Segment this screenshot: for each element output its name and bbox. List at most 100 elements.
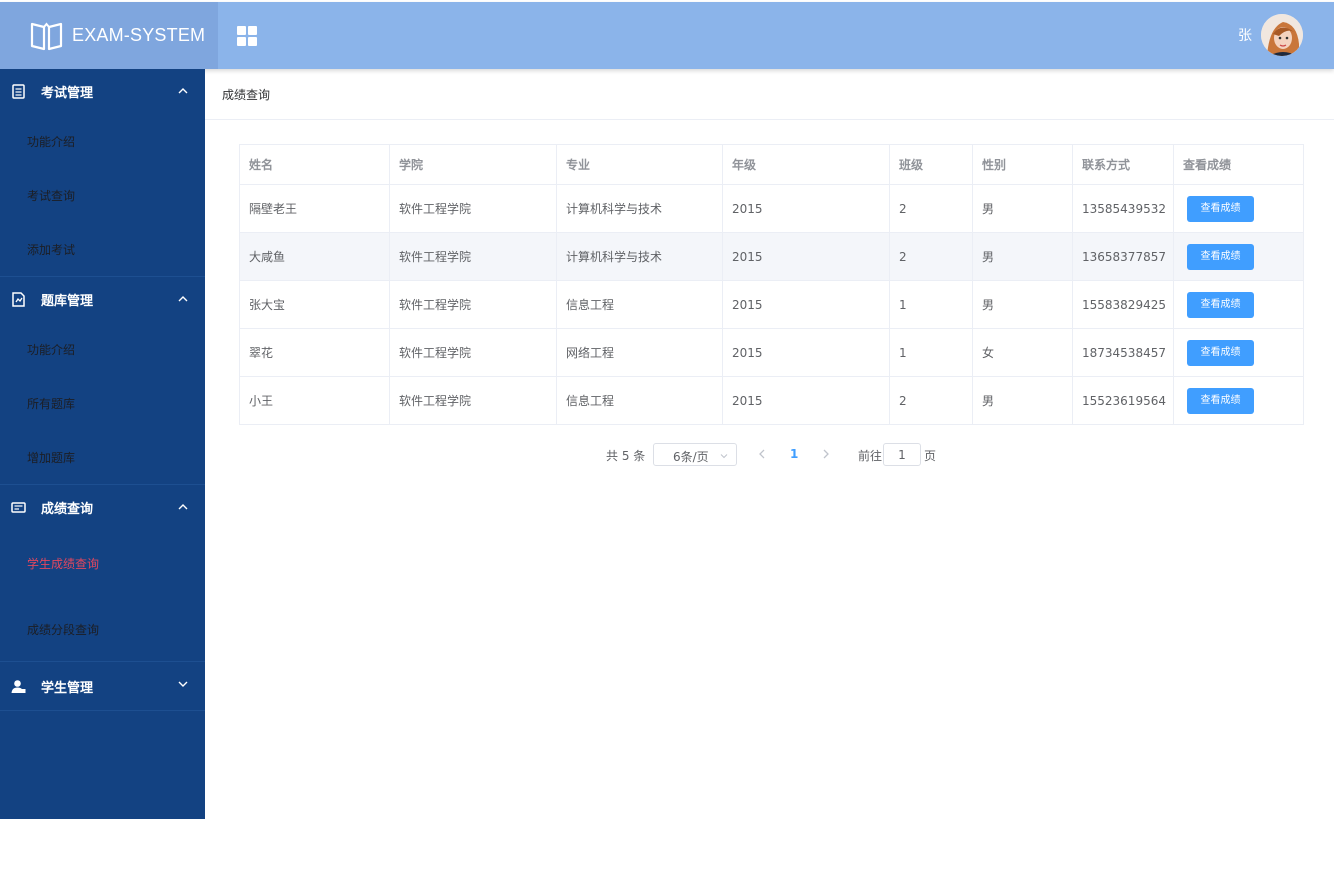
cell-contact: 15583829425: [1072, 280, 1174, 329]
chevron-down-icon: [720, 454, 728, 459]
col-header-college: 学院: [389, 144, 557, 185]
cell-action: 查看成绩: [1173, 232, 1304, 281]
goto-page-input[interactable]: [883, 443, 921, 466]
chevron-up-icon: [178, 296, 188, 302]
table-row: 隔壁老王 软件工程学院 计算机科学与技术 2015 2 男 1358543953…: [239, 184, 1304, 233]
sidebar-item-exam-intro[interactable]: 功能介绍: [0, 114, 205, 168]
menu-title-exam[interactable]: 考试管理: [0, 69, 205, 114]
app-title: EXAM-SYSTEM: [72, 25, 206, 45]
breadcrumb: 成绩查询: [222, 88, 271, 102]
score-card-icon: [11, 502, 26, 513]
table-row: 翠花 软件工程学院 网络工程 2015 1 女 18734538457 查看成绩: [239, 328, 1304, 377]
menu-title-label: 考试管理: [41, 86, 94, 101]
next-page-icon[interactable]: [820, 447, 832, 461]
cell-name: 隔壁老王: [239, 184, 390, 233]
col-header-gender: 性别: [972, 144, 1073, 185]
menu-group-exam: 考试管理 功能介绍 考试查询 添加考试: [0, 69, 205, 277]
score-table: 姓名 学院 专业 年级 班级 性别 联系方式 查看成绩 隔壁老王 软件工程学院 …: [239, 144, 1304, 425]
menu-title-label: 题库管理: [41, 294, 94, 309]
table-row: 小王 软件工程学院 信息工程 2015 2 男 15523619564 查看成绩: [239, 376, 1304, 425]
col-header-contact: 联系方式: [1072, 144, 1174, 185]
sidebar-item-all-banks[interactable]: 所有题库: [0, 376, 205, 430]
cell-name: 大咸鱼: [239, 232, 390, 281]
top-header: EXAM-SYSTEM 张: [0, 2, 1334, 69]
menu-title-label: 成绩查询: [41, 502, 94, 517]
menu-group-score: 成绩查询 学生成绩查询 成绩分段查询: [0, 485, 205, 662]
cell-major: 信息工程: [556, 280, 723, 329]
cell-contact: 13585439532: [1072, 184, 1174, 233]
col-header-grade: 年级: [722, 144, 890, 185]
cell-grade: 2015: [722, 328, 890, 377]
sidebar-item-add-exam[interactable]: 添加考试: [0, 222, 205, 276]
cell-gender: 男: [972, 376, 1073, 425]
col-header-class: 班级: [889, 144, 973, 185]
cell-contact: 15523619564: [1072, 376, 1174, 425]
cell-action: 查看成绩: [1173, 184, 1304, 233]
sidebar-item-student-score[interactable]: 学生成绩查询: [0, 530, 205, 597]
exam-list-icon: [12, 84, 25, 99]
cell-grade: 2015: [722, 232, 890, 281]
sidebar-item-exam-query[interactable]: 考试查询: [0, 168, 205, 222]
cell-major: 网络工程: [556, 328, 723, 377]
page-number-current[interactable]: 1: [790, 447, 798, 461]
chevron-up-icon: [178, 504, 188, 510]
sidebar-item-bank-intro[interactable]: 功能介绍: [0, 322, 205, 376]
cell-college: 软件工程学院: [389, 328, 557, 377]
cell-gender: 男: [972, 184, 1073, 233]
view-score-button[interactable]: 查看成绩: [1187, 387, 1254, 414]
table-header-row: 姓名 学院 专业 年级 班级 性别 联系方式 查看成绩: [239, 144, 1304, 185]
logo-area: EXAM-SYSTEM: [0, 2, 218, 69]
apps-grid-icon[interactable]: [237, 26, 257, 46]
menu-group-question-bank: 题库管理 功能介绍 所有题库 增加题库: [0, 277, 205, 485]
user-avatar[interactable]: [1261, 14, 1303, 56]
goto-label: 前往: [858, 449, 883, 463]
view-score-button[interactable]: 查看成绩: [1187, 195, 1254, 222]
menu-title-score[interactable]: 成绩查询: [0, 485, 205, 530]
chevron-down-icon: [178, 681, 188, 687]
view-score-button[interactable]: 查看成绩: [1187, 243, 1254, 270]
cell-grade: 2015: [722, 280, 890, 329]
student-icon: [11, 679, 26, 693]
prev-page-icon[interactable]: [756, 447, 768, 461]
question-bank-icon: [12, 292, 25, 307]
menu-title-label: 学生管理: [41, 680, 94, 696]
col-header-name: 姓名: [239, 144, 390, 185]
page-size-select[interactable]: 6条/页: [653, 443, 737, 466]
menu-title-student[interactable]: 学生管理: [0, 662, 205, 710]
breadcrumb-divider: [205, 119, 1334, 120]
cell-gender: 男: [972, 232, 1073, 281]
cell-college: 软件工程学院: [389, 376, 557, 425]
cell-class: 1: [889, 328, 973, 377]
menu-title-question-bank[interactable]: 题库管理: [0, 277, 205, 322]
pagination-total: 共 5 条: [606, 449, 646, 463]
cell-class: 2: [889, 232, 973, 281]
cell-college: 软件工程学院: [389, 232, 557, 281]
cell-major: 信息工程: [556, 376, 723, 425]
col-header-major: 专业: [556, 144, 723, 185]
cell-grade: 2015: [722, 376, 890, 425]
view-score-button[interactable]: 查看成绩: [1187, 291, 1254, 318]
col-header-view-score: 查看成绩: [1173, 144, 1304, 185]
cell-name: 小王: [239, 376, 390, 425]
sidebar-item-score-range[interactable]: 成绩分段查询: [0, 597, 205, 661]
chevron-up-icon: [178, 88, 188, 94]
cell-class: 1: [889, 280, 973, 329]
cell-contact: 13658377857: [1072, 232, 1174, 281]
sidebar-item-add-bank[interactable]: 增加题库: [0, 430, 205, 484]
cell-major: 计算机科学与技术: [556, 232, 723, 281]
cell-college: 软件工程学院: [389, 280, 557, 329]
cell-major: 计算机科学与技术: [556, 184, 723, 233]
user-name[interactable]: 张: [1238, 25, 1252, 45]
cell-grade: 2015: [722, 184, 890, 233]
view-score-button[interactable]: 查看成绩: [1187, 339, 1254, 366]
book-logo-icon: [30, 22, 63, 51]
page-suffix-label: 页: [924, 449, 937, 463]
sidebar: 考试管理 功能介绍 考试查询 添加考试 题库管理 功能介绍 所有题库 增加题库: [0, 69, 205, 819]
menu-group-student: 学生管理: [0, 662, 205, 711]
cell-gender: 女: [972, 328, 1073, 377]
cell-action: 查看成绩: [1173, 280, 1304, 329]
cell-action: 查看成绩: [1173, 376, 1304, 425]
cell-class: 2: [889, 376, 973, 425]
cell-class: 2: [889, 184, 973, 233]
page-size-value: 6条/页: [673, 450, 709, 464]
